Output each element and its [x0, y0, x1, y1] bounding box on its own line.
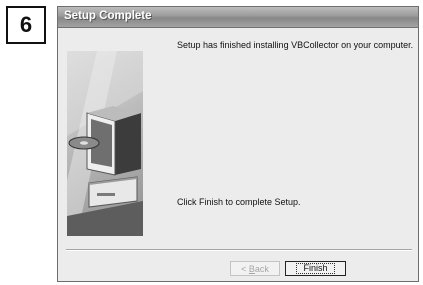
finish-button-label: Finish	[296, 263, 335, 274]
step-number-badge: 6	[6, 6, 46, 44]
setup-dialog-window: Setup Complete Setup has finished instal…	[57, 6, 419, 282]
back-button-label: ack	[254, 263, 269, 274]
finish-instruction-text: Click Finish to complete Setup.	[177, 197, 301, 207]
finish-button[interactable]: Finish	[285, 261, 346, 276]
back-button-prefix: <	[241, 263, 249, 274]
install-complete-message: Setup has finished installing VBCollecto…	[177, 40, 414, 50]
step-number: 6	[19, 12, 33, 37]
setup-illustration	[67, 51, 143, 236]
button-area-separator	[66, 249, 412, 251]
back-button[interactable]: < Back	[230, 261, 280, 276]
computer-monitor-with-cd-icon	[67, 51, 143, 236]
window-title: Setup Complete	[64, 10, 152, 22]
title-bar[interactable]: Setup Complete	[58, 7, 418, 28]
